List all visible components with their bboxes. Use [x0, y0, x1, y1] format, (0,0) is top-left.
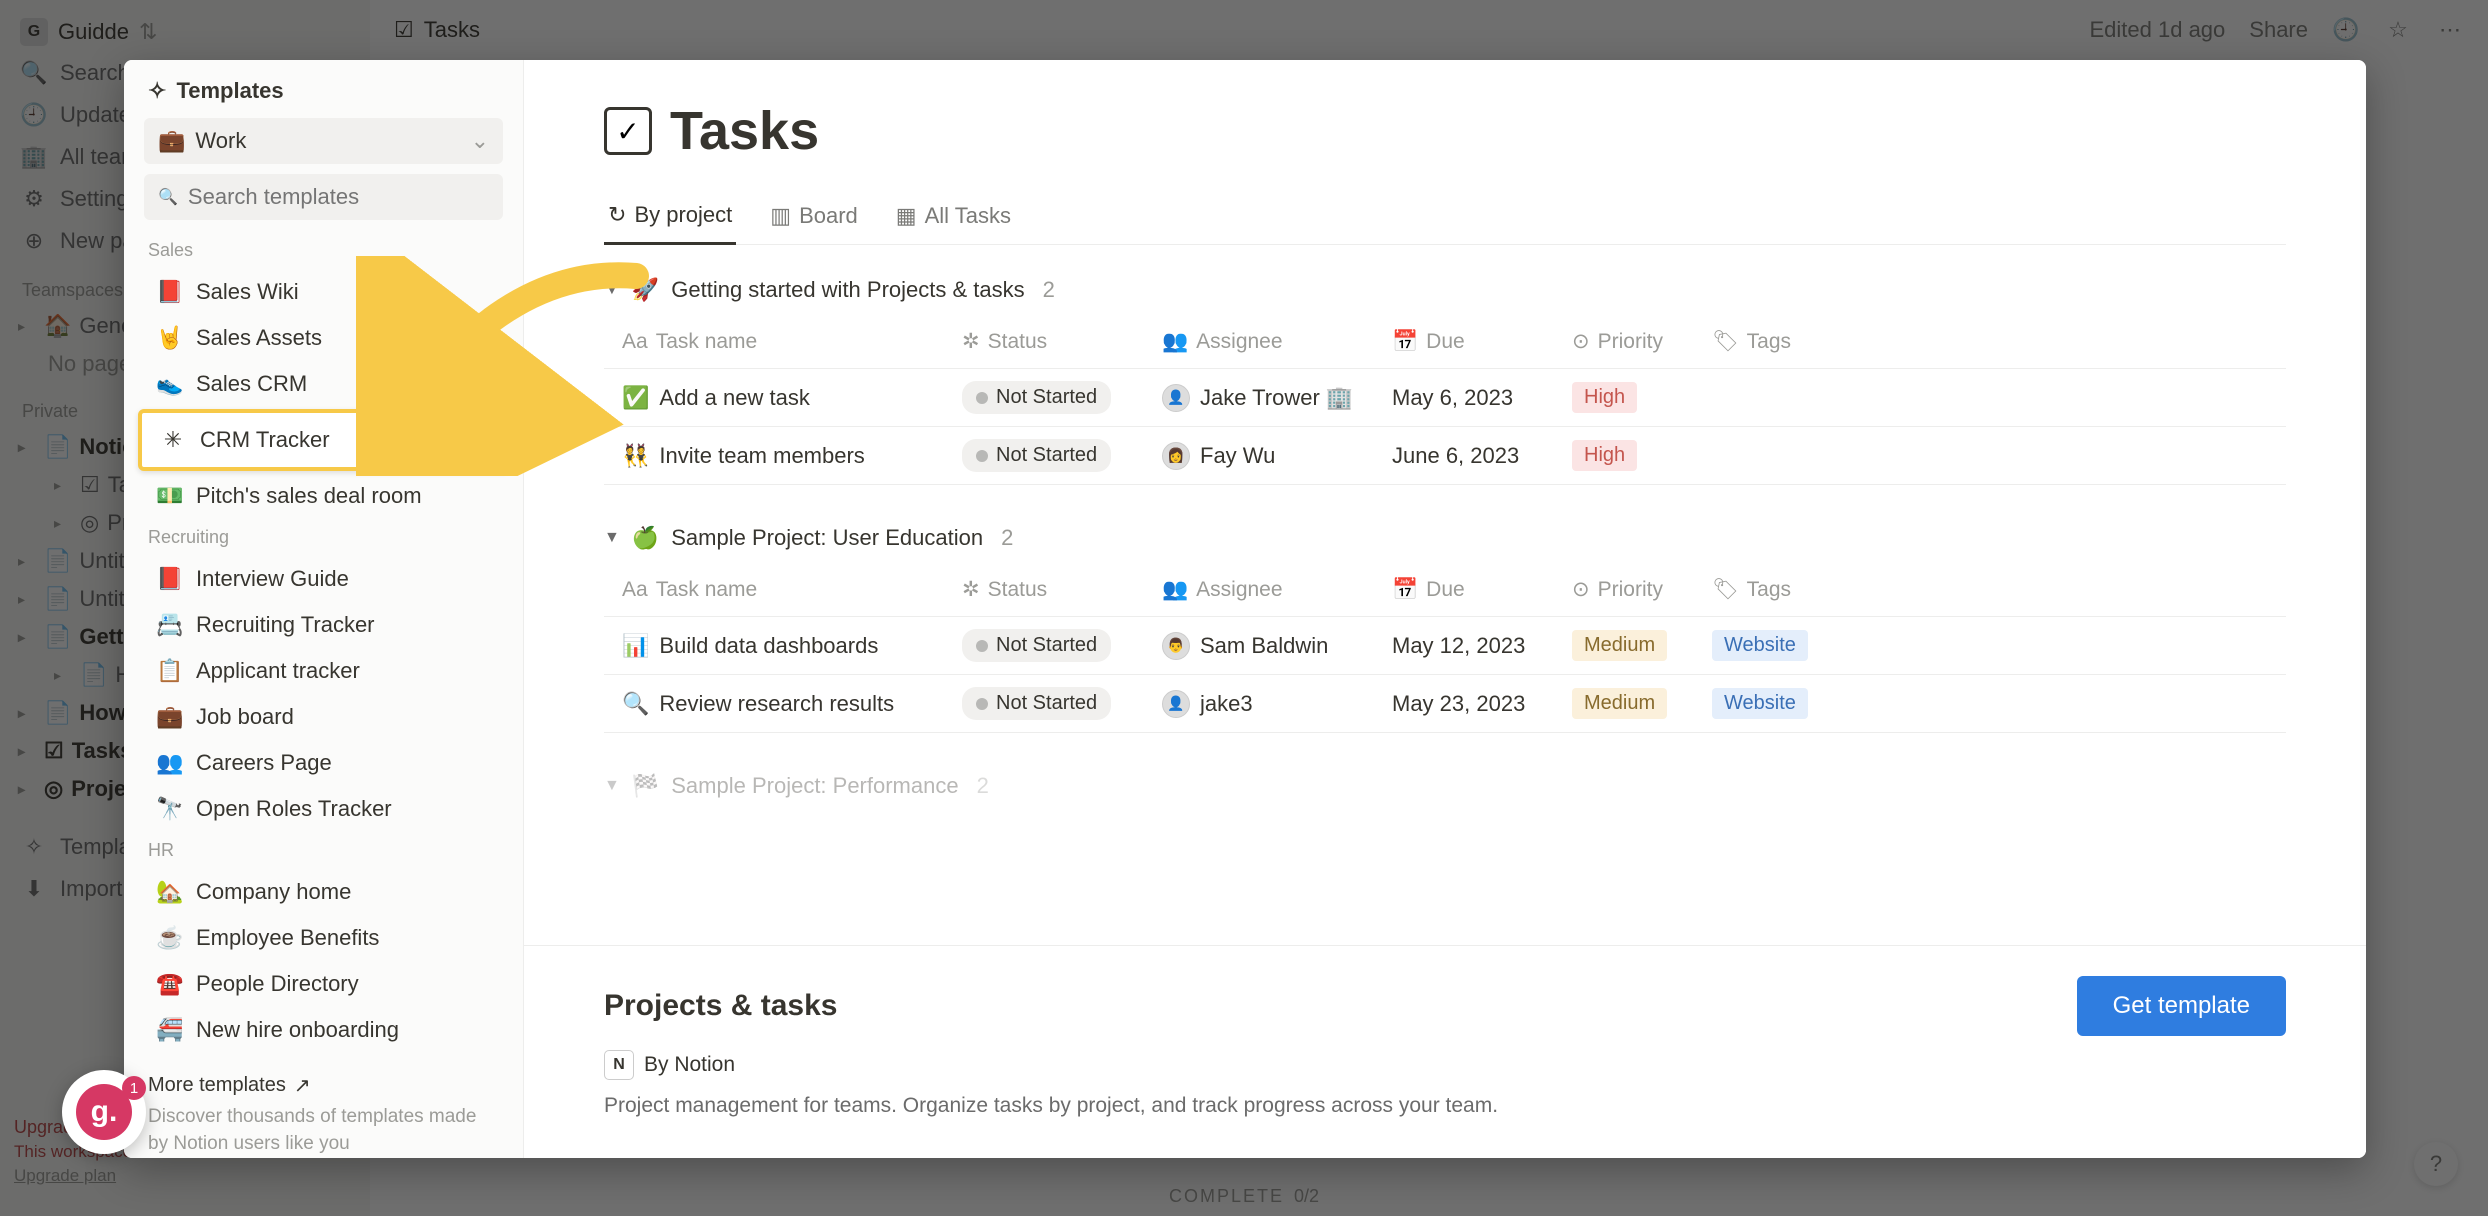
template-emoji-icon: 📕: [156, 279, 182, 305]
template-item[interactable]: 🚝New hire onboarding: [132, 1007, 515, 1053]
group-toggle-icon[interactable]: ▼: [604, 777, 620, 795]
template-emoji-icon: ☎️: [156, 971, 182, 997]
template-item[interactable]: 👟Sales CRM: [132, 361, 515, 407]
more-templates[interactable]: More templates ↗: [124, 1053, 523, 1104]
template-item[interactable]: 📇Recruiting Tracker: [132, 602, 515, 648]
view-tab[interactable]: ▥Board: [766, 192, 862, 244]
template-emoji-icon: 💵: [156, 483, 182, 509]
view-tabs: ↻By project ▥Board ▦All Tasks: [604, 192, 2286, 245]
preview-page-icon: ✓: [604, 107, 652, 155]
template-item[interactable]: ☕Employee Benefits: [132, 915, 515, 961]
avatar-icon: 👩: [1162, 442, 1190, 470]
status-pill: Not Started: [962, 439, 1111, 472]
avatar-icon: 👤: [1162, 690, 1190, 718]
template-item[interactable]: 💼Job board: [132, 694, 515, 740]
view-tab[interactable]: ▦All Tasks: [892, 192, 1015, 244]
templates-title: ✧ Templates: [124, 74, 523, 118]
group-header[interactable]: ▼🚀Getting started with Projects & tasks2: [604, 265, 2286, 315]
preview-footer: Projects & tasks Get template N By Notio…: [524, 945, 2366, 1158]
assignee-cell: 👨Sam Baldwin: [1162, 632, 1356, 660]
external-link-icon: ↗: [294, 1073, 311, 1098]
search-icon: 🔍: [158, 187, 178, 207]
avatar-icon: 👨: [1162, 632, 1190, 660]
by-author: By Notion: [644, 1053, 735, 1077]
template-emoji-icon: 💼: [156, 704, 182, 730]
template-item[interactable]: 💵Pitch's sales deal room: [132, 473, 515, 519]
template-item[interactable]: 🔭Open Roles Tracker: [132, 786, 515, 832]
template-search[interactable]: 🔍: [144, 174, 503, 220]
task-table: AaTask name ✲Status 👥Assignee 📅Due ⊙Prio…: [604, 315, 2286, 485]
group-toggle-icon[interactable]: ▼: [604, 281, 620, 299]
view-tab-icon: ↻: [608, 202, 626, 228]
notion-logo-icon: N: [604, 1050, 634, 1080]
footer-title: Projects & tasks: [604, 989, 837, 1023]
group-header[interactable]: ▼🍏Sample Project: User Education2: [604, 513, 2286, 563]
chevron-down-icon: ⌄: [471, 128, 489, 154]
template-item[interactable]: 🏡Company home: [132, 869, 515, 915]
template-preview: ✓ Tasks ↻By project ▥Board ▦All Tasks ▼🚀Ge…: [524, 60, 2366, 1158]
footer-desc: Project management for teams. Organize t…: [604, 1094, 2286, 1118]
template-item[interactable]: 📋Applicant tracker: [132, 648, 515, 694]
template-emoji-icon: ✳: [160, 427, 186, 453]
template-emoji-icon: 🏡: [156, 879, 182, 905]
template-emoji-icon: ☕: [156, 925, 182, 951]
view-tab-icon: ▥: [770, 203, 791, 229]
preview-title: Tasks: [670, 100, 819, 162]
template-group-label: Sales: [124, 232, 523, 269]
get-template-button[interactable]: Get template: [2077, 976, 2286, 1036]
template-item[interactable]: 📕Interview Guide: [132, 556, 515, 602]
template-item[interactable]: 👥Careers Page: [132, 740, 515, 786]
template-emoji-icon: 🤘: [156, 325, 182, 351]
template-item[interactable]: ☎️People Directory: [132, 961, 515, 1007]
group-header[interactable]: ▼🏁Sample Project: Performance2: [604, 761, 2286, 811]
priority-tag: Medium: [1572, 688, 1667, 719]
template-item[interactable]: 📕Sales Wiki: [132, 269, 515, 315]
assignee-cell: 👩Fay Wu: [1162, 442, 1356, 470]
briefcase-icon: 💼: [158, 128, 185, 154]
status-pill: Not Started: [962, 629, 1111, 662]
view-tab-icon: ▦: [896, 203, 917, 229]
group-toggle-icon[interactable]: ▼: [604, 529, 620, 547]
template-emoji-icon: 🚝: [156, 1017, 182, 1043]
status-pill: Not Started: [962, 381, 1111, 414]
table-row[interactable]: 📊Build data dashboards Not Started 👨Sam …: [604, 617, 2286, 675]
template-item-crm-tracker[interactable]: ✳CRM Tracker: [138, 409, 509, 471]
table-row[interactable]: ✅Add a new task Not Started 👤Jake Trower…: [604, 369, 2286, 427]
assignee-cell: 👤jake3: [1162, 690, 1356, 718]
template-group-label: Recruiting: [124, 519, 523, 556]
template-emoji-icon: 👥: [156, 750, 182, 776]
template-item[interactable]: 🤘Sales Assets: [132, 315, 515, 361]
guidde-badge[interactable]: g. 1: [62, 1070, 146, 1154]
avatar-icon: 👤: [1162, 384, 1190, 412]
assignee-cell: 👤Jake Trower 🏢: [1162, 384, 1356, 412]
more-templates-sub: Discover thousands of templates made by …: [124, 1104, 523, 1157]
template-category-select[interactable]: 💼 Work ⌄: [144, 118, 503, 164]
templates-sidebar: ✧ Templates 💼 Work ⌄ 🔍 Sales📕Sales Wiki🤘…: [124, 60, 524, 1158]
task-table: AaTask name ✲Status 👥Assignee 📅Due ⊙Prio…: [604, 563, 2286, 733]
table-row[interactable]: 👯Invite team members Not Started 👩Fay Wu…: [604, 427, 2286, 485]
priority-tag: High: [1572, 382, 1637, 413]
template-emoji-icon: 📇: [156, 612, 182, 638]
templates-modal: ✧ Templates 💼 Work ⌄ 🔍 Sales📕Sales Wiki🤘…: [124, 60, 2366, 1158]
tag-pill: Website: [1712, 688, 1808, 719]
view-tab[interactable]: ↻By project: [604, 192, 736, 245]
priority-tag: Medium: [1572, 630, 1667, 661]
badge-count: 1: [122, 1076, 146, 1100]
template-emoji-icon: 🔭: [156, 796, 182, 822]
template-emoji-icon: 📕: [156, 566, 182, 592]
priority-tag: High: [1572, 440, 1637, 471]
templates-icon: ✧: [148, 78, 166, 104]
template-group-label: HR: [124, 832, 523, 869]
tag-pill: Website: [1712, 630, 1808, 661]
table-row[interactable]: 🔍Review research results Not Started 👤ja…: [604, 675, 2286, 733]
template-emoji-icon: 📋: [156, 658, 182, 684]
status-pill: Not Started: [962, 687, 1111, 720]
template-emoji-icon: 👟: [156, 371, 182, 397]
search-input[interactable]: [188, 184, 489, 210]
